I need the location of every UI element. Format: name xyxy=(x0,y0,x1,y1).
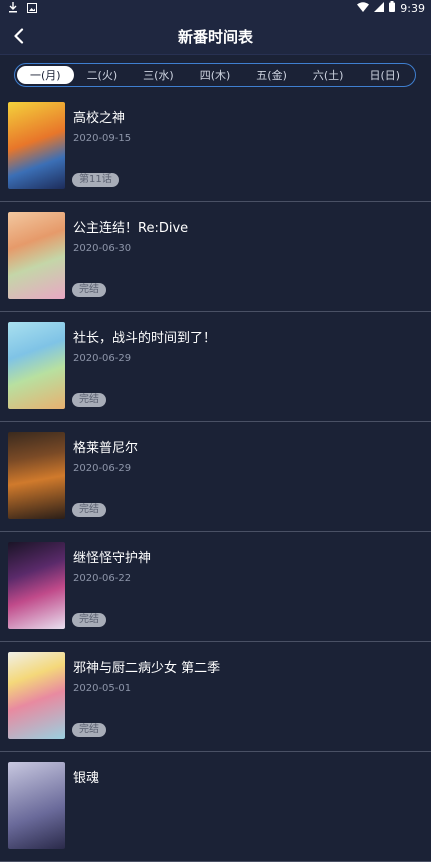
anime-title: 公主连结！Re:Dive xyxy=(73,221,189,236)
cover-image xyxy=(8,212,65,299)
cover-image xyxy=(8,432,65,519)
status-badge: 完结 xyxy=(72,503,106,517)
anime-date: 2020-06-29 xyxy=(73,353,132,364)
list-item[interactable]: 公主连结！Re:Dive 2020-06-30 完结 xyxy=(0,202,431,312)
anime-date: 2020-05-01 xyxy=(73,683,132,694)
anime-date: 2020-06-30 xyxy=(73,243,132,254)
anime-date: 2020-06-22 xyxy=(73,573,132,584)
tab-mon[interactable]: 一(月) xyxy=(17,66,74,84)
tab-fri[interactable]: 五(金) xyxy=(243,66,300,84)
anime-list: 高校之神 2020-09-15 第11话 公主连结！Re:Dive 2020-0… xyxy=(0,92,431,862)
status-badge: 完结 xyxy=(72,283,106,297)
tab-thu[interactable]: 四(木) xyxy=(187,66,244,84)
list-item[interactable]: 邪神与厨二病少女 第二季 2020-05-01 完结 xyxy=(0,642,431,752)
anime-date: 2020-06-29 xyxy=(73,463,132,474)
battery-icon xyxy=(389,1,396,15)
list-item[interactable]: 银魂 xyxy=(0,752,431,862)
anime-title: 继怪怪守护神 xyxy=(73,551,152,566)
list-item[interactable]: 格莱普尼尔 2020-06-29 完结 xyxy=(0,422,431,532)
weekday-tabs: 一(月) 二(火) 三(水) 四(木) 五(金) 六(土) 日(日) xyxy=(14,63,416,87)
list-item[interactable]: 高校之神 2020-09-15 第11话 xyxy=(0,92,431,202)
tab-sun[interactable]: 日(日) xyxy=(356,66,413,84)
list-item[interactable]: 社长，战斗的时间到了！ 2020-06-29 完结 xyxy=(0,312,431,422)
download-icon xyxy=(8,2,18,16)
anime-title: 格莱普尼尔 xyxy=(73,441,139,456)
signal-icon xyxy=(374,1,385,15)
status-badge: 完结 xyxy=(72,723,106,737)
tab-tue[interactable]: 二(火) xyxy=(74,66,131,84)
anime-title: 高校之神 xyxy=(73,111,126,126)
status-bar: 9:39 xyxy=(0,0,431,18)
page-title: 新番时间表 xyxy=(177,28,253,46)
anime-date: 2020-09-15 xyxy=(73,133,132,144)
tab-wed[interactable]: 三(水) xyxy=(130,66,187,84)
cover-image xyxy=(8,542,65,629)
app-bar: 新番时间表 xyxy=(0,18,431,55)
list-item[interactable]: 继怪怪守护神 2020-06-22 完结 xyxy=(0,532,431,642)
status-badge: 完结 xyxy=(72,613,106,627)
wifi-icon xyxy=(357,1,370,15)
status-time: 9:39 xyxy=(400,1,425,15)
cover-image xyxy=(8,652,65,739)
cover-image xyxy=(8,102,65,189)
tab-sat[interactable]: 六(土) xyxy=(300,66,357,84)
cover-image xyxy=(8,762,65,849)
anime-title: 邪神与厨二病少女 第二季 xyxy=(73,661,221,676)
anime-title: 社长，战斗的时间到了！ xyxy=(73,331,217,346)
status-badge: 第11话 xyxy=(72,173,119,187)
cover-image xyxy=(8,322,65,409)
anime-title: 银魂 xyxy=(73,771,100,786)
status-badge: 完结 xyxy=(72,393,106,407)
image-icon xyxy=(27,2,37,16)
